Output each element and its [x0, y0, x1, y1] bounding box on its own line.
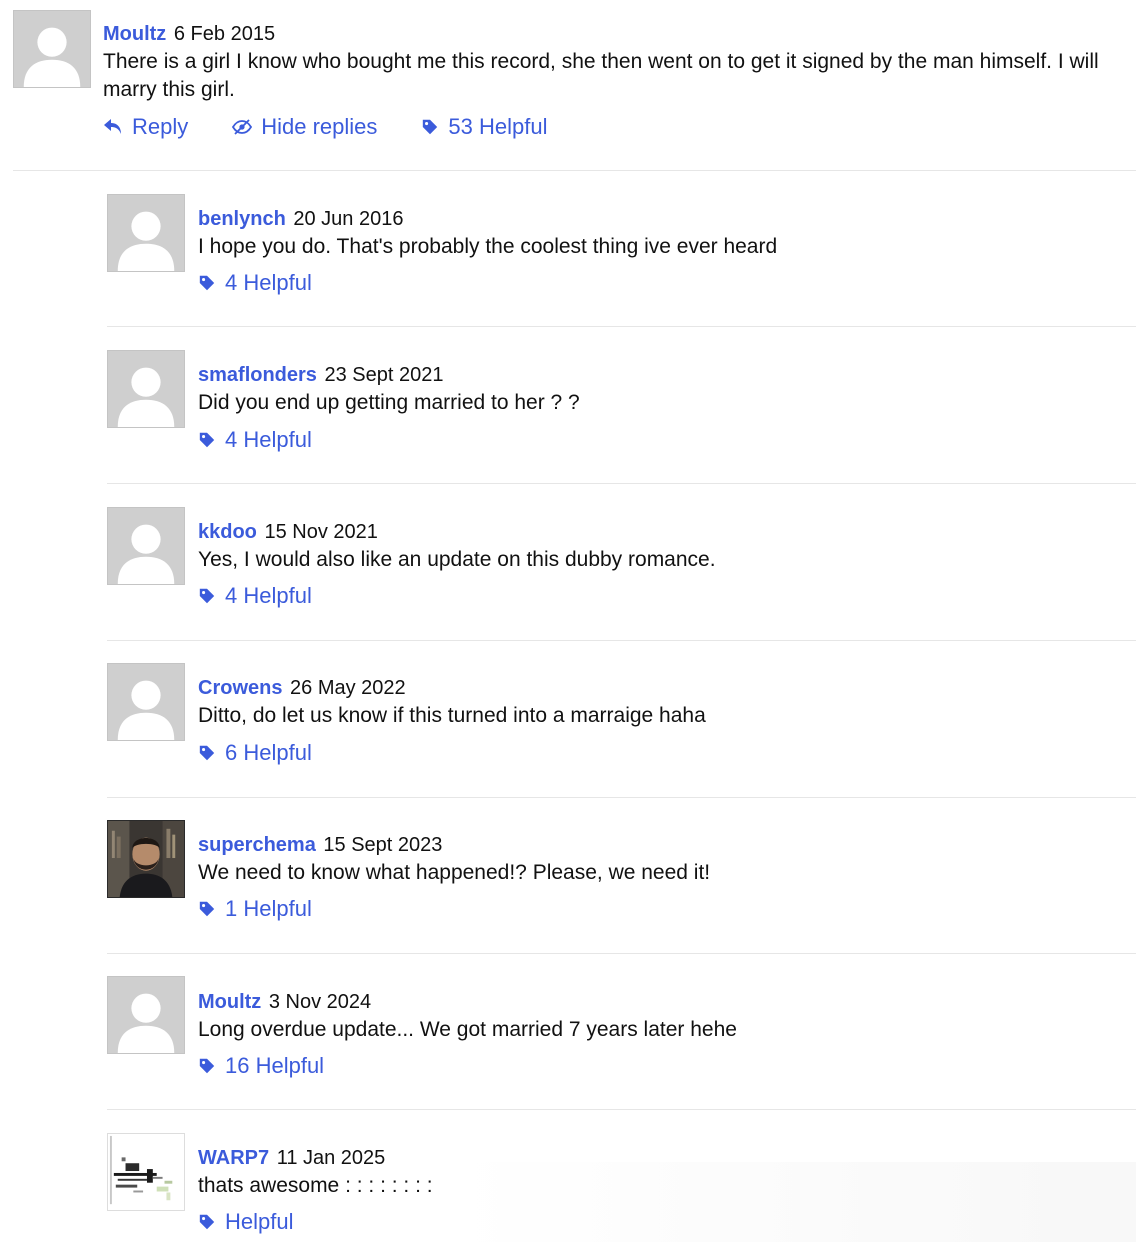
tag-icon	[198, 587, 216, 605]
divider	[107, 483, 1136, 484]
hide-replies-label: Hide replies	[261, 114, 378, 139]
reply-text: Did you end up getting married to her ? …	[198, 391, 580, 414]
helpful-label: 4 Helpful	[225, 583, 312, 608]
tag-icon	[198, 1057, 216, 1075]
reply-actions: 16 Helpful	[198, 1052, 324, 1080]
reply-date: 20 Jun 2016	[293, 208, 404, 230]
reply-text: Long overdue update... We got married 7 …	[198, 1018, 737, 1041]
reply-text: We need to know what happened!? Please, …	[198, 861, 711, 884]
hide-replies-button[interactable]: Hide replies	[232, 113, 377, 141]
eye-slash-icon	[232, 119, 253, 135]
helpful-button[interactable]: 4 Helpful	[198, 582, 312, 610]
reply-actions: 4 Helpful	[198, 582, 312, 610]
reply-actions: 6 Helpful	[198, 739, 312, 767]
helpful-button[interactable]: 53 Helpful	[421, 113, 548, 141]
reply-meta: Moultz 3 Nov 2024	[198, 989, 371, 1015]
tag-icon	[198, 744, 216, 762]
reply-meta: superchema 15 Sept 2023	[198, 832, 442, 858]
default-avatar-icon[interactable]	[13, 10, 91, 88]
default-avatar-icon[interactable]	[107, 194, 185, 272]
tag-icon	[198, 274, 216, 292]
divider	[107, 1109, 1136, 1110]
reply-meta: benlynch 20 Jun 2016	[198, 206, 403, 232]
helpful-label: 16 Helpful	[225, 1053, 325, 1078]
default-avatar-icon[interactable]	[107, 976, 185, 1054]
reply-username[interactable]: Moultz	[198, 991, 261, 1013]
reply-date: 3 Nov 2024	[268, 991, 372, 1013]
reply-username[interactable]: Crowens	[198, 677, 282, 699]
divider	[107, 640, 1136, 641]
tag-icon	[198, 900, 216, 918]
reply-username[interactable]: kkdoo	[198, 521, 257, 543]
default-avatar-icon[interactable]	[107, 350, 185, 428]
reply-icon	[103, 118, 123, 136]
reply-meta: WARP7 11 Jan 2025	[198, 1145, 385, 1171]
reply-text: Yes, I would also like an update on this…	[198, 548, 716, 571]
reply-date: 23 Sept 2021	[324, 364, 444, 386]
comment-actions: Reply Hide replies 53 Helpful	[103, 113, 548, 141]
reply-text: thats awesome : : : : : : : :	[198, 1174, 433, 1197]
helpful-button[interactable]: 1 Helpful	[198, 895, 312, 923]
user-photo-avatar[interactable]	[107, 820, 185, 898]
reply-username[interactable]: smaflonders	[198, 364, 317, 386]
tag-icon	[421, 118, 439, 136]
helpful-button[interactable]: Helpful	[198, 1208, 293, 1236]
helpful-label: 4 Helpful	[225, 427, 312, 452]
reply-text: I hope you do. That's probably the coole…	[198, 235, 778, 258]
divider	[107, 953, 1136, 954]
helpful-label: 6 Helpful	[225, 740, 312, 765]
helpful-button[interactable]: 4 Helpful	[198, 426, 312, 454]
abstract-image-avatar[interactable]	[107, 1133, 185, 1211]
reply-text: Ditto, do let us know if this turned int…	[198, 704, 706, 727]
reply-date: 15 Nov 2021	[264, 521, 378, 543]
comment-username[interactable]: Moultz	[103, 23, 166, 45]
divider	[107, 326, 1136, 327]
default-avatar-icon[interactable]	[107, 507, 185, 585]
reply-actions: 4 Helpful	[198, 426, 312, 454]
comment-date: 6 Feb 2015	[173, 23, 276, 45]
reply-username[interactable]: WARP7	[198, 1147, 269, 1169]
tag-icon	[198, 1213, 216, 1231]
default-avatar-icon[interactable]	[107, 663, 185, 741]
reply-date: 11 Jan 2025	[276, 1147, 386, 1169]
reply-button[interactable]: Reply	[103, 113, 188, 141]
helpful-label: Helpful	[225, 1209, 294, 1234]
reply-meta: Crowens 26 May 2022	[198, 675, 406, 701]
comment-meta: Moultz 6 Feb 2015	[103, 21, 275, 47]
reply-actions: 4 Helpful	[198, 269, 312, 297]
helpful-label: 4 Helpful	[225, 270, 312, 295]
reply-actions: Helpful	[198, 1208, 293, 1236]
helpful-button[interactable]: 16 Helpful	[198, 1052, 324, 1080]
reply-date: 26 May 2022	[290, 677, 406, 699]
helpful-label: 1 Helpful	[225, 896, 312, 921]
tag-icon	[198, 431, 216, 449]
reply-username[interactable]: superchema	[198, 834, 316, 856]
helpful-button[interactable]: 6 Helpful	[198, 739, 312, 767]
helpful-button[interactable]: 4 Helpful	[198, 269, 312, 297]
helpful-label: 53 Helpful	[448, 114, 548, 139]
divider	[13, 170, 1136, 171]
reply-actions: 1 Helpful	[198, 895, 312, 923]
reply-meta: smaflonders 23 Sept 2021	[198, 362, 444, 388]
comment-text: There is a girl I know who bought me thi…	[103, 50, 1099, 101]
divider	[107, 797, 1136, 798]
reply-date: 15 Sept 2023	[323, 834, 443, 856]
reply-label: Reply	[132, 114, 189, 139]
reply-username[interactable]: benlynch	[198, 208, 286, 230]
reply-meta: kkdoo 15 Nov 2021	[198, 519, 378, 545]
